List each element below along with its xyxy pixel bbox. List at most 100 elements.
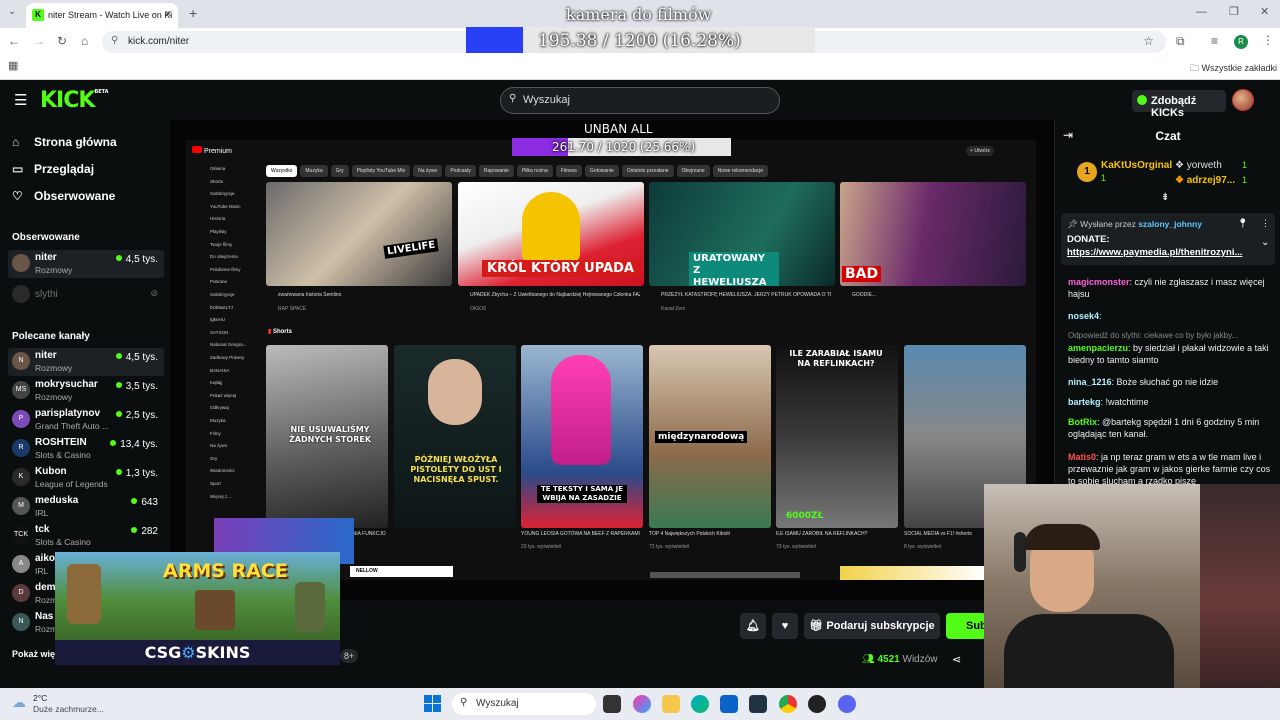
video-channel[interactable]: RAP SPACE <box>278 306 306 312</box>
edge-icon[interactable] <box>691 695 709 713</box>
video-player[interactable]: Premium Wszystko Muzyka Gry Playlisty YouTu… <box>170 120 1054 600</box>
video-thumb-1[interactable]: LIVELIFE <box>266 182 452 286</box>
windows-start-icon[interactable] <box>424 695 442 713</box>
notification-bell-button[interactable]: 🔔︎ <box>740 613 766 639</box>
chrome-icon[interactable] <box>779 695 797 713</box>
followed-channel-slythi[interactable]: slythi ⊘ <box>8 281 164 309</box>
youtube-sidebar-item[interactable]: bOblast1TJ <box>210 305 233 310</box>
video-title[interactable]: UPADEK Zbycha – Z Uwielbianego do Najbar… <box>470 292 640 298</box>
youtube-sidebar-item[interactable]: tgknHU <box>210 317 225 322</box>
youtube-sidebar-item[interactable]: Subskrypcje <box>210 292 235 297</box>
minimize-icon[interactable]: — <box>1196 6 1207 18</box>
youtube-chip[interactable]: Fitness <box>555 164 582 177</box>
followed-channel-niter[interactable]: niter Rozmowy 4,5 tys. <box>8 250 164 278</box>
new-tab-button[interactable]: + <box>189 5 197 21</box>
chat-username[interactable]: amenpacierzu <box>1068 343 1128 353</box>
kick-logo[interactable]: KICKBETA <box>40 88 109 113</box>
ad-banner[interactable]: ARMS RACE CSG⚙SKINS <box>55 552 340 665</box>
video-channel[interactable]: Kanał Zero <box>661 306 685 312</box>
youtube-sidebar-item[interactable]: SAYSON <box>210 330 228 335</box>
chat-message[interactable]: magicmonster: czyli nie zgłaszasz i masz… <box>1068 276 1278 300</box>
youtube-sidebar-item[interactable]: Muzyka <box>210 418 226 423</box>
video-title[interactable]: GOODIE... <box>852 292 1022 298</box>
user-avatar[interactable] <box>1232 89 1254 111</box>
youtube-sidebar-item[interactable]: YouTube Music <box>210 204 241 209</box>
youtube-sidebar-item[interactable]: Kajtajj <box>210 380 222 385</box>
chat-username[interactable]: Matis0 <box>1068 452 1096 462</box>
recommended-channel[interactable]: MS mokrysuchar Rozmowy 3,5 tys. <box>8 377 164 405</box>
back-icon[interactable]: ← <box>8 34 20 48</box>
gift-subs-button[interactable]: 🎁︎ Podaruj subskrypcje <box>804 613 940 639</box>
youtube-chip[interactable]: Playlisty YouTube Mix <box>351 164 411 177</box>
unpin-icon[interactable]: 📍︎ <box>1237 218 1248 229</box>
youtube-sidebar-item[interactable]: Główna <box>210 166 225 171</box>
home-button-icon[interactable]: ⌂ <box>81 34 88 48</box>
nav-home[interactable]: ⌂ Strona główna <box>12 135 117 149</box>
copilot-icon[interactable] <box>633 695 651 713</box>
reload-icon[interactable]: ↻ <box>57 34 67 48</box>
weather-temp[interactable]: 2°C <box>33 693 47 703</box>
show-more-link[interactable]: Pokaż więc <box>12 649 60 659</box>
short-title[interactable]: YOUNG LEOSIA GOTOWA NA BEEF Z RAPERKAMI <box>521 531 641 537</box>
bookmark-star-icon[interactable]: ☆ <box>1143 34 1154 48</box>
close-tab-icon[interactable]: ✕ <box>164 9 172 20</box>
video-channel[interactable]: OIGOS <box>470 306 486 312</box>
short-title[interactable]: ILE ISAMU ZAROBIŁ NA REFLINKACH? <box>776 531 896 537</box>
chat-message[interactable]: Odpowiedź do slythi: ciekawe co by było … <box>1068 330 1278 342</box>
get-kicks-button[interactable]: Zdobądź KICKs <box>1132 90 1226 119</box>
youtube-sidebar-item[interactable]: Więcej z... <box>210 494 231 499</box>
taskbar-search[interactable]: ⚲ Wyszukaj <box>452 693 596 715</box>
short-thumb-3[interactable]: TE TEKSTY I SAMA JE WBIJA NA ZASADZIE <box>521 345 643 528</box>
short-title[interactable]: TOP 4 Największych Polskich Kibolii <box>649 531 769 537</box>
create-button[interactable]: + Utwórz <box>966 146 994 156</box>
share-icon[interactable]: ⋖ <box>952 653 961 666</box>
subscribe-button[interactable]: Sub <box>946 613 987 639</box>
recommended-channel[interactable]: K Kubon League of Legends 1,3 tys. <box>8 464 164 492</box>
weather-desc[interactable]: Duże zachmurze... <box>33 704 104 714</box>
short-thumb-1[interactable]: NIE USUWALIŚMY ŻADNYCH STOREK <box>266 345 388 528</box>
youtube-sidebar-item[interactable]: Subskrypcje <box>210 191 235 196</box>
apps-grid-icon[interactable]: ▦ <box>8 59 18 72</box>
hamburger-menu-icon[interactable]: ☰ <box>14 91 27 109</box>
youtube-chip[interactable]: Rapowanie <box>478 164 514 177</box>
chat-message[interactable]: BotRix: @bartekg spędził 1 dni 6 godziny… <box>1068 416 1278 440</box>
forward-icon[interactable]: → <box>33 34 45 48</box>
chat-username[interactable]: nina_1216 <box>1068 377 1112 387</box>
youtube-chip[interactable]: Nowe rekomendacje <box>712 164 769 177</box>
chat-message[interactable]: amenpacierzu: by siedział i płakał widzo… <box>1068 342 1278 366</box>
youtube-chip[interactable]: Wszystko <box>266 164 298 177</box>
youtube-sidebar-item[interactable]: Playlisty <box>210 229 227 234</box>
youtube-chip[interactable]: Gry <box>330 164 349 177</box>
top-gifter-name[interactable]: KaKtUsOrginal <box>1101 160 1172 171</box>
chat-message[interactable]: nina_1216: Boże słuchać go nie idzie <box>1068 376 1278 388</box>
youtube-sidebar-item[interactable]: Twoje filmy <box>210 242 232 247</box>
nav-browse[interactable]: ▭ Przeglądaj <box>12 162 94 176</box>
recommended-channel[interactable]: R ROSHTEIN Slots & Casino 13,4 tys. <box>8 435 164 463</box>
gifter-3[interactable]: ❖ adrzej97... <box>1175 175 1235 186</box>
youtube-chip[interactable]: Piłka nożna <box>516 164 553 177</box>
youtube-sidebar-item[interactable]: Pokaż więcej <box>210 393 236 398</box>
all-bookmarks-link[interactable]: 🗀 Wszystkie zakładki <box>1190 61 1277 77</box>
youtube-sidebar-item[interactable]: Odkrywaj <box>210 405 229 410</box>
youtube-sidebar-item[interactable]: Pobrane <box>210 279 227 284</box>
browser-tab[interactable]: K niter Stream - Watch Live on Ki ✕ <box>26 3 178 28</box>
short-thumb-4[interactable]: międzynarodową <box>649 345 771 528</box>
store-icon[interactable] <box>749 695 767 713</box>
youtube-sidebar-item[interactable]: National Geogra... <box>210 342 247 347</box>
video-title[interactable]: zwariowana historia Semlino <box>278 292 448 298</box>
file-explorer-icon[interactable] <box>662 695 680 713</box>
youtube-chip[interactable]: Podcasty <box>445 164 476 177</box>
youtube-sidebar-item[interactable]: Na żywo <box>210 443 227 448</box>
pinned-menu-icon[interactable]: ⋮ <box>1261 218 1270 229</box>
youtube-sidebar-item[interactable]: Historia <box>210 216 225 221</box>
chat-message[interactable]: nosek4: <box>1068 310 1278 322</box>
youtube-sidebar-item[interactable]: Polubione filmy <box>210 267 241 272</box>
expand-pinned-icon[interactable]: ⌄ <box>1261 237 1269 248</box>
tab-list-chevron-icon[interactable]: ⌄ <box>8 6 16 17</box>
youtube-sidebar-item[interactable]: Shorts <box>210 179 223 184</box>
pinned-link[interactable]: https://www.paymedia.pl/thenitrozyni... <box>1067 247 1242 258</box>
recommended-channel[interactable]: TCK tck Slots & Casino 282 <box>8 522 164 550</box>
recommended-channel[interactable]: Mmeduska IRL 643 <box>8 493 164 521</box>
chat-username[interactable]: magicmonster <box>1068 277 1130 287</box>
video-thumb-4[interactable]: BAD <box>840 182 1026 286</box>
